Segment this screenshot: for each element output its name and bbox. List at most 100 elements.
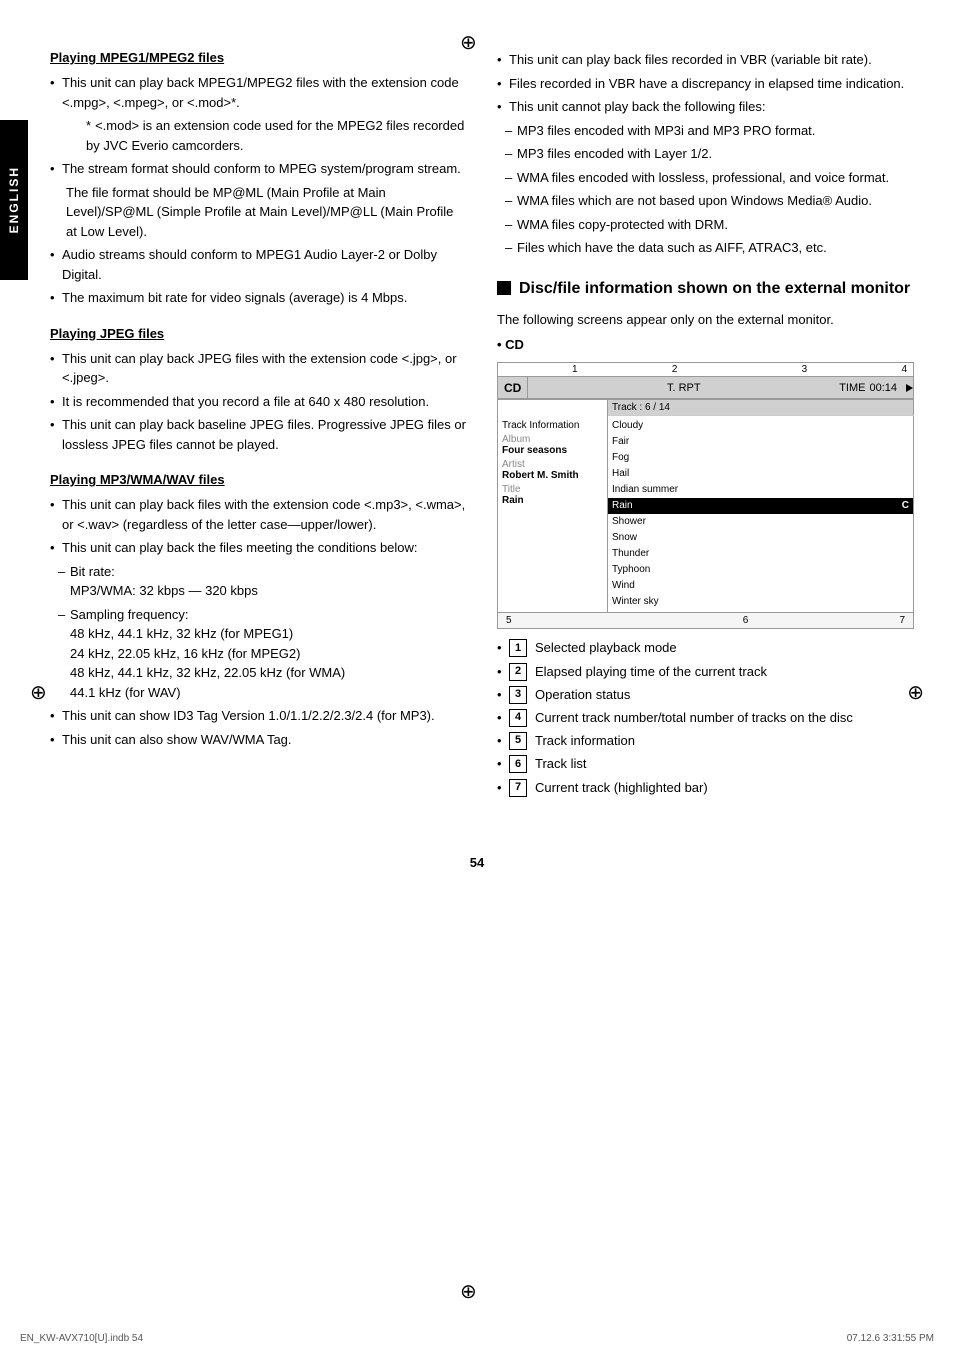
list-item: This unit can show ID3 Tag Version 1.0/1… [50, 706, 467, 726]
num-label-4: 4 [901, 364, 907, 375]
page-number: 54 [0, 835, 954, 890]
cd-diagram-numrow-top: 1 2 3 4 [498, 363, 914, 377]
section-mp3-title: Playing MP3/WMA/WAV files [50, 472, 467, 487]
cd-top-bar: CD T. RPT TIME 00:14 [498, 377, 913, 399]
list-item: Sampling frequency: 48 kHz, 44.1 kHz, 32… [58, 605, 467, 703]
legend-num-7: 7 [509, 779, 527, 797]
legend-num-3: 3 [509, 686, 527, 704]
list-item: This unit can play back MPEG1/MPEG2 file… [50, 73, 467, 112]
sidebar-label-text: ENGLISH [7, 166, 21, 233]
cd-numrow-bottom: 5 6 7 [498, 613, 914, 629]
cannot-play-list: MP3 files encoded with MP3i and MP3 PRO … [497, 121, 914, 258]
title-value: Rain [502, 495, 603, 506]
c-mark: C [902, 499, 909, 513]
conditions-list: Bit rate:MP3/WMA: 32 kbps — 320 kbps Sam… [50, 562, 467, 703]
num-label-5: 5 [506, 615, 512, 626]
legend-item-2: 2 Elapsed playing time of the current tr… [497, 663, 914, 681]
cd-track-header-row: Track : 6 / 14 [498, 400, 914, 416]
legend-num-5: 5 [509, 732, 527, 750]
legend-item-7: 7 Current track (highlighted bar) [497, 779, 914, 797]
section-jpeg-title: Playing JPEG files [50, 326, 467, 341]
cd-diagram: 1 2 3 4 CD T. RPT [497, 362, 914, 629]
num-label-1: 1 [572, 364, 578, 375]
section-mpeg-title: Playing MPEG1/MPEG2 files [50, 50, 467, 65]
artist-label: Artist [502, 459, 603, 470]
page-container: ⊕ ⊕ ⊕ ⊕ ENGLISH Playing MPEG1/MPEG2 file… [0, 0, 954, 1354]
legend-item-6: 6 Track list [497, 755, 914, 773]
disc-info-title-text: Disc/file information shown on the exter… [519, 278, 910, 300]
legend-num-4: 4 [509, 709, 527, 727]
track-item: Cloudy [608, 418, 913, 434]
track-item: Winter sky [608, 594, 913, 610]
list-item: This unit can play back files recorded i… [497, 50, 914, 70]
cd-body-row: Track Information Album Four seasons Art… [498, 416, 914, 613]
track-info-label: Track Information [502, 420, 603, 431]
list-item: The maximum bit rate for video signals (… [50, 288, 467, 308]
list-item: WMA files which are not based upon Windo… [505, 191, 914, 211]
list-item: This unit can play back baseline JPEG fi… [50, 415, 467, 454]
legend-text-7: Current track (highlighted bar) [535, 779, 708, 797]
num-label-2: 2 [672, 364, 678, 375]
legend-num-1: 1 [509, 639, 527, 657]
cd-trpt: T. RPT [528, 382, 839, 394]
legend-text-5: Track information [535, 732, 635, 750]
right-column: This unit can play back files recorded i… [497, 50, 914, 805]
cd-time-label: TIME [839, 382, 869, 394]
track-item: Shower [608, 514, 913, 530]
bottom-footer: EN_KW-AVX710[U].indb 54 07.12.6 3:31:55 … [0, 1333, 954, 1344]
legend-text-3: Operation status [535, 686, 630, 704]
cd-header-row: CD T. RPT TIME 00:14 [498, 377, 914, 400]
list-item: This unit can play back files with the e… [50, 495, 467, 534]
track-item-highlighted: Rain C [608, 498, 913, 514]
legend-item-5: 5 Track information [497, 732, 914, 750]
section-jpeg-list: This unit can play back JPEG files with … [50, 349, 467, 455]
cd-label: CD [498, 377, 528, 398]
list-item: Bit rate:MP3/WMA: 32 kbps — 320 kbps [58, 562, 467, 601]
section-mpeg-list: This unit can play back MPEG1/MPEG2 file… [50, 73, 467, 308]
left-column: Playing MPEG1/MPEG2 files This unit can … [50, 50, 467, 805]
reg-mark-top: ⊕ [460, 30, 477, 55]
list-item: The file format should be MP@ML (Main Pr… [50, 183, 467, 242]
sidebar-english: ENGLISH [0, 120, 28, 280]
track-item: Indian summer [608, 482, 913, 498]
star-note: <.mod> is an extension code used for the… [66, 116, 467, 155]
list-item: Files which have the data such as AIFF, … [505, 238, 914, 258]
num-label-3: 3 [802, 364, 808, 375]
track-item: Fair [608, 434, 913, 450]
cd-track-info-panel: Track Information Album Four seasons Art… [498, 416, 608, 613]
right-top-list: This unit can play back files recorded i… [497, 50, 914, 258]
footer-left: EN_KW-AVX710[U].indb 54 [20, 1333, 143, 1344]
legend-item-3: 3 Operation status [497, 686, 914, 704]
album-value: Four seasons [502, 445, 603, 456]
num-label-7: 7 [899, 615, 905, 626]
track-item: Hail [608, 466, 913, 482]
section-mp3-list: This unit can play back files with the e… [50, 495, 467, 749]
list-item: WMA files copy-protected with DRM. [505, 215, 914, 235]
legend-text-2: Elapsed playing time of the current trac… [535, 663, 767, 681]
list-item: Audio streams should conform to MPEG1 Au… [50, 245, 467, 284]
list-item: This unit can play back JPEG files with … [50, 349, 467, 388]
cd-track-header: Track : 6 / 14 [612, 402, 670, 413]
cd-time-value: 00:14 [869, 382, 903, 394]
content-wrapper: Playing MPEG1/MPEG2 files This unit can … [0, 20, 954, 835]
list-item: The stream format should conform to MPEG… [50, 159, 467, 179]
disc-info-intro: The following screens appear only on the… [497, 310, 914, 330]
cd-track-list: Cloudy Fair Fog Hail Indian summer Rain … [608, 418, 913, 610]
reg-mark-bottom: ⊕ [460, 1279, 477, 1304]
title-label: Title [502, 484, 603, 495]
legend-item-1: 1 Selected playback mode [497, 639, 914, 657]
legend-num-6: 6 [509, 755, 527, 773]
num-label-6: 6 [743, 615, 749, 626]
track-item: Typhoon [608, 562, 913, 578]
legend-text-4: Current track number/total number of tra… [535, 709, 853, 727]
list-item: This unit cannot play back the following… [497, 97, 914, 117]
legend-num-2: 2 [509, 663, 527, 681]
list-item: It is recommended that you record a file… [50, 392, 467, 412]
album-label: Album [502, 434, 603, 445]
legend-list: 1 Selected playback mode 2 Elapsed playi… [497, 639, 914, 796]
track-item: Thunder [608, 546, 913, 562]
legend-text-1: Selected playback mode [535, 639, 677, 657]
list-item: This unit can also show WAV/WMA Tag. [50, 730, 467, 750]
footer-right: 07.12.6 3:31:55 PM [847, 1333, 934, 1344]
artist-value: Robert M. Smith [502, 470, 603, 481]
